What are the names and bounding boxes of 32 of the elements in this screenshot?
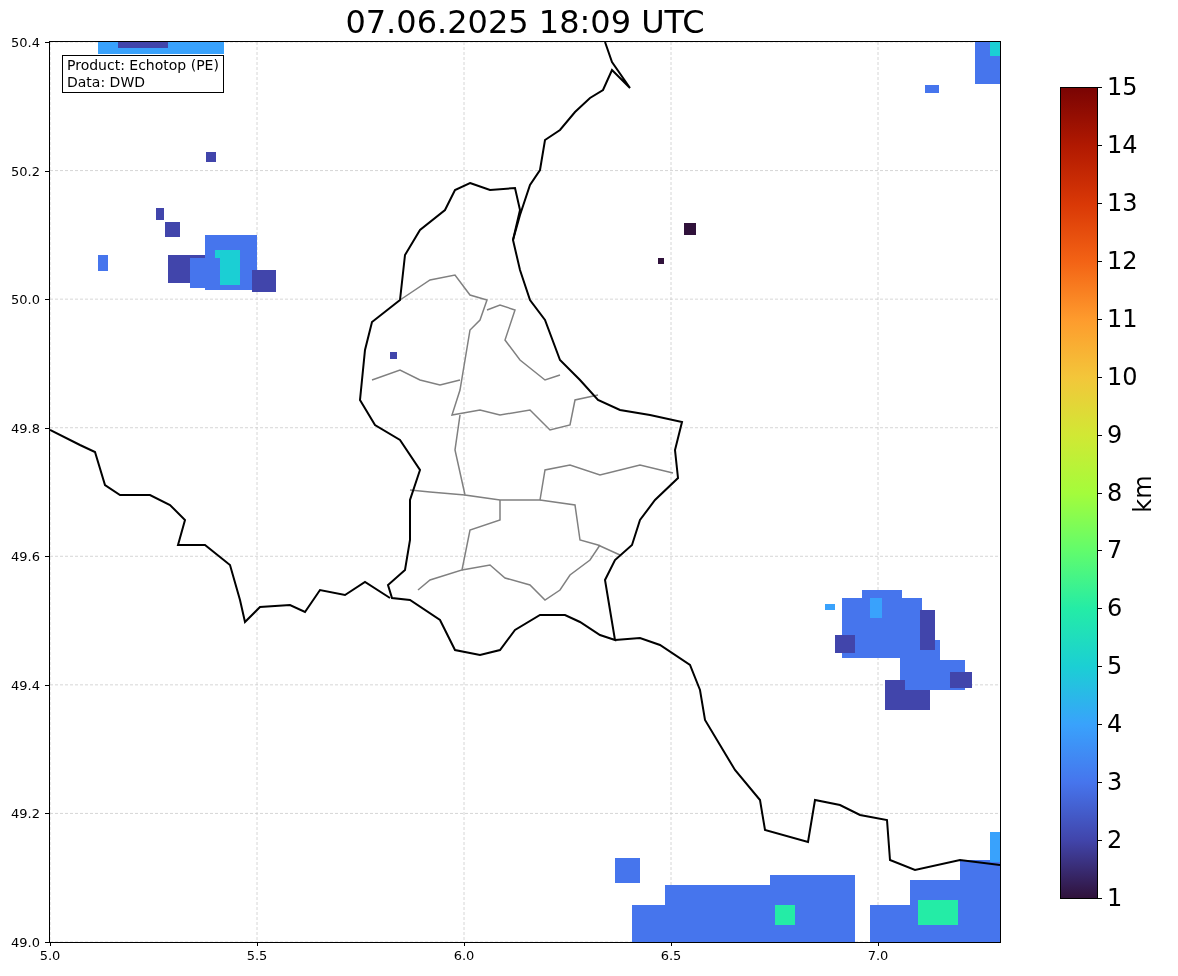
- x-tick-label: 6.5: [660, 948, 682, 963]
- y-tick-label: 49.2: [11, 805, 40, 821]
- colorbar-tick-label: 10: [1107, 362, 1138, 391]
- info-text: Product: Echotop (PE): [67, 57, 219, 74]
- colorbar-tick-label: 5: [1107, 652, 1123, 681]
- x-tick-label: 5.0: [39, 948, 61, 963]
- colorbar-tick-label: 7: [1107, 536, 1123, 565]
- colorbar-tick-label: 15: [1107, 73, 1138, 101]
- colorbar-tick-label: 14: [1107, 130, 1138, 159]
- colorbar-tick-label: 4: [1107, 710, 1123, 739]
- colorbar-tick-label: 2: [1107, 826, 1123, 855]
- x-tick-label: 5.5: [246, 948, 268, 963]
- y-tick-label: 49.8: [11, 420, 40, 436]
- colorbar-tick-label: 3: [1107, 768, 1123, 797]
- y-tick-label: 49.6: [11, 548, 40, 564]
- y-tick-label: 50.0: [11, 291, 40, 307]
- colorbar-tick-label: 8: [1107, 478, 1123, 507]
- colorbar-label: km: [1129, 475, 1157, 513]
- info-text: Data: DWD: [67, 74, 146, 91]
- chart-title: 07.06.2025 18:09 UTC: [344, 2, 706, 42]
- colorbar-tick-label: 1: [1107, 884, 1123, 912]
- y-tick-label: 49.0: [11, 934, 40, 950]
- y-tick-label: 50.4: [11, 34, 40, 50]
- y-tick-label: 49.4: [11, 677, 40, 693]
- y-tick-label: 50.2: [11, 163, 40, 179]
- colorbar-tick-label: 11: [1107, 304, 1138, 333]
- colorbar-tick-label: 9: [1107, 420, 1123, 449]
- colorbar-tick-label: 13: [1107, 188, 1138, 217]
- x-tick-label: 7.0: [867, 948, 889, 963]
- x-tick-label: 6.0: [453, 948, 475, 963]
- colorbar-tick-label: 12: [1107, 246, 1138, 275]
- colorbar-tick-label: 6: [1107, 594, 1123, 623]
